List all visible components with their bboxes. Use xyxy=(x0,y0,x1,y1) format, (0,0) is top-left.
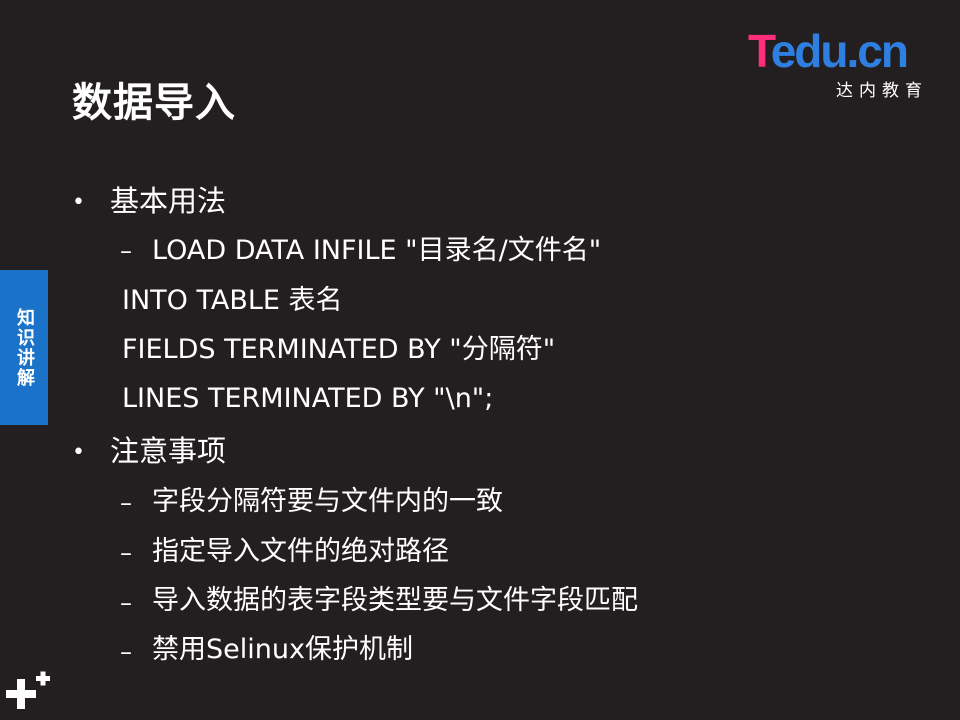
code-line: LOAD DATA INFILE "目录名/文件名" xyxy=(152,235,602,266)
dash-icon: – xyxy=(120,489,132,517)
logo-wordmark: Tedu.cn xyxy=(748,25,909,77)
dash-icon: – xyxy=(120,539,132,567)
logo-letters-rest: edu.cn xyxy=(770,25,909,77)
bullet-icon: • xyxy=(72,190,85,215)
bullet-icon: • xyxy=(72,440,85,465)
dash-icon: – xyxy=(120,237,132,265)
bullet-heading: 基本用法 xyxy=(110,184,227,218)
plus-icon xyxy=(6,671,50,709)
list-item: 禁用Selinux保护机制 xyxy=(152,634,413,665)
tedu-logo: Tedu.cn 达内教育 xyxy=(748,25,928,101)
code-line: LINES TERMINATED BY "\n"; xyxy=(122,383,494,414)
side-tab: 知识讲解 xyxy=(0,270,48,425)
side-tab-label: 知识讲解 xyxy=(14,307,35,388)
dash-icon: – xyxy=(120,589,132,617)
logo-letter-t: T xyxy=(748,25,773,77)
dash-icon: – xyxy=(120,638,132,666)
list-item: 导入数据的表字段类型要与文件字段匹配 xyxy=(152,585,638,616)
list-item: 字段分隔符要与文件内的一致 xyxy=(152,486,503,517)
list-item: 指定导入文件的绝对路径 xyxy=(152,536,449,567)
code-line: FIELDS TERMINATED BY "分隔符" xyxy=(122,334,556,365)
logo-subtitle: 达内教育 xyxy=(836,81,928,101)
bullet-heading: 注意事项 xyxy=(110,434,227,468)
code-line: INTO TABLE 表名 xyxy=(122,285,343,316)
slide-title: 数据导入 xyxy=(72,80,236,126)
